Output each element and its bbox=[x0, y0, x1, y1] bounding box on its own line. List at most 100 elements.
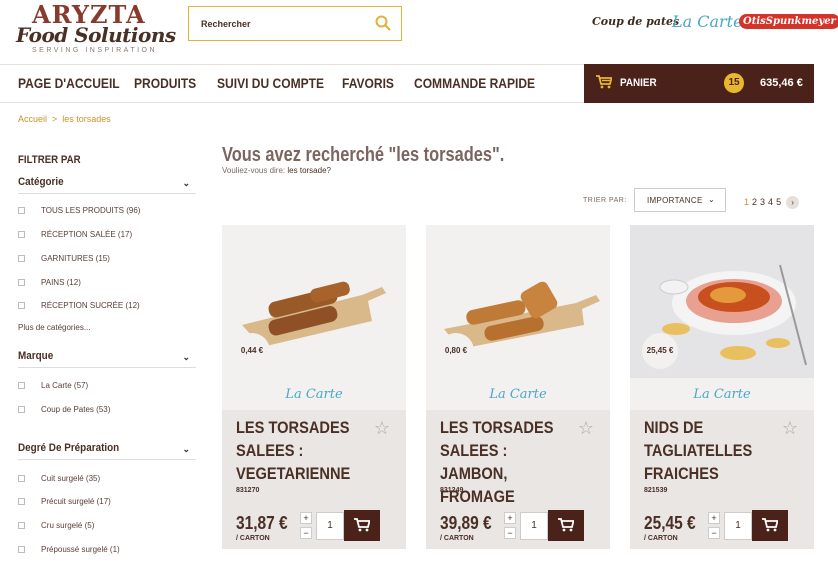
cart-button[interactable]: PANIER 15 635,46 € bbox=[584, 64, 814, 103]
product-info: NIDS DE TAGLIATELLES FRAICHES 821539 ☆ 2… bbox=[630, 410, 814, 549]
quantity-increase-button[interactable]: + bbox=[504, 512, 516, 524]
chevron-down-icon: ⌄ bbox=[707, 195, 715, 204]
facet-option[interactable]: GARNITURES (15) bbox=[18, 254, 110, 263]
checkbox[interactable] bbox=[18, 498, 25, 506]
quantity-decrease-button[interactable]: − bbox=[300, 527, 312, 539]
facet-option-label: Prépoussé surgelé (1) bbox=[41, 545, 120, 554]
search-input[interactable] bbox=[201, 15, 361, 33]
checkbox[interactable] bbox=[18, 255, 25, 263]
product-card: 0,80 € La Carte LES TORSADES SALEES : JA… bbox=[426, 225, 610, 549]
star-icon[interactable]: ☆ bbox=[374, 418, 390, 439]
nav-item-home[interactable]: PAGE D'ACCUEIL bbox=[18, 75, 120, 91]
product-price: 39,89 € bbox=[440, 513, 492, 533]
facet-option[interactable]: TOUS LES PRODUITS (96) bbox=[18, 206, 140, 215]
quantity-increase-button[interactable]: + bbox=[708, 512, 720, 524]
checkbox[interactable] bbox=[18, 475, 25, 483]
checkbox[interactable] bbox=[18, 382, 25, 390]
facet-option[interactable]: Prépoussé surgelé (1) bbox=[18, 545, 120, 554]
add-to-cart-button[interactable] bbox=[344, 510, 380, 541]
cart-icon bbox=[596, 75, 612, 89]
facet-brand-header[interactable]: Marque ⌄ bbox=[18, 350, 196, 368]
product-card: 0,44 € La Carte LES TORSADES SALEES : VE… bbox=[222, 225, 406, 549]
chevron-down-icon: ⌄ bbox=[182, 444, 190, 454]
breadcrumb-home[interactable]: Accueil bbox=[18, 114, 47, 124]
chevron-down-icon: ⌄ bbox=[182, 178, 190, 188]
product-code: 831249 bbox=[440, 487, 464, 494]
nav-item-quick-order[interactable]: COMMANDE RAPIDE bbox=[414, 75, 535, 91]
product-price: 31,87 € bbox=[236, 513, 288, 533]
quantity-decrease-button[interactable]: − bbox=[708, 527, 720, 539]
sort-select-value: IMPORTANCE bbox=[647, 196, 703, 205]
page-link[interactable]: 2 bbox=[752, 197, 757, 207]
search-icon[interactable] bbox=[375, 15, 391, 31]
facet-option-label: Précuit surgelé (17) bbox=[41, 497, 111, 506]
facet-option-label: Cuit surgelé (35) bbox=[41, 474, 101, 483]
unit-price-badge: 0,44 € bbox=[234, 333, 270, 369]
facet-option[interactable]: Précuit surgelé (17) bbox=[18, 497, 111, 506]
checkbox[interactable] bbox=[18, 406, 25, 414]
page-link[interactable]: 1 bbox=[744, 197, 749, 207]
product-image[interactable]: 0,44 € bbox=[222, 225, 406, 378]
facet-option[interactable]: RÉCEPTION SALÉE (17) bbox=[18, 230, 132, 239]
checkbox[interactable] bbox=[18, 231, 25, 239]
filter-title: FILTRER PAR bbox=[18, 154, 81, 166]
brand-la-carte[interactable]: La Carte bbox=[672, 12, 743, 31]
checkbox[interactable] bbox=[18, 522, 25, 530]
facet-option[interactable]: Coup de Pates (53) bbox=[18, 405, 110, 414]
product-name[interactable]: LES TORSADES SALEES : VEGETARIENNE bbox=[236, 416, 365, 485]
facet-option-label: GARNITURES (15) bbox=[41, 254, 110, 263]
facet-option[interactable]: Cuit surgelé (35) bbox=[18, 474, 100, 483]
logo-tagline: SERVING INSPIRATION bbox=[32, 47, 158, 54]
facet-option[interactable]: La Carte (57) bbox=[18, 381, 88, 390]
facet-category-header[interactable]: Catégorie ⌄ bbox=[18, 176, 196, 194]
add-to-cart-button[interactable] bbox=[752, 510, 788, 541]
quantity-input[interactable]: 1 bbox=[520, 512, 548, 540]
facet-preparation-header[interactable]: Degré De Préparation ⌄ bbox=[18, 442, 196, 460]
checkbox[interactable] bbox=[18, 546, 25, 554]
facet-option[interactable]: PAINS (12) bbox=[18, 278, 81, 287]
brand-la-carte: La Carte bbox=[426, 378, 610, 410]
facet-option[interactable]: RÉCEPTION SUCRÉE (12) bbox=[18, 301, 140, 310]
facet-brand-label: Marque bbox=[18, 350, 54, 362]
checkbox[interactable] bbox=[18, 279, 25, 287]
quantity-input[interactable]: 1 bbox=[316, 512, 344, 540]
nav-item-account[interactable]: SUIVI DU COMPTE bbox=[217, 75, 324, 91]
add-to-cart-button[interactable] bbox=[548, 510, 584, 541]
unit-price-badge: 0,80 € bbox=[438, 333, 474, 369]
page-link[interactable]: 3 bbox=[760, 197, 765, 207]
checkbox[interactable] bbox=[18, 302, 25, 310]
facet-option-label: RÉCEPTION SALÉE (17) bbox=[41, 230, 133, 239]
nav-item-favorites[interactable]: FAVORIS bbox=[342, 75, 394, 91]
facet-option[interactable]: Cru surgelé (5) bbox=[18, 521, 94, 530]
more-categories-link[interactable]: Plus de catégories... bbox=[18, 323, 90, 332]
page-link[interactable]: 4 bbox=[768, 197, 773, 207]
product-image[interactable]: 0,80 € bbox=[426, 225, 610, 378]
nav-item-products[interactable]: PRODUITS bbox=[134, 75, 196, 91]
quantity-increase-button[interactable]: + bbox=[300, 512, 312, 524]
star-icon[interactable]: ☆ bbox=[578, 418, 594, 439]
checkbox[interactable] bbox=[18, 207, 25, 215]
brand-coup-de-pates[interactable]: Coup de pates bbox=[592, 15, 679, 28]
facet-option-label: TOUS LES PRODUITS (96) bbox=[41, 206, 141, 215]
product-name[interactable]: LES TORSADES SALEES : JAMBON, FROMAGE bbox=[440, 416, 569, 508]
quantity-input[interactable]: 1 bbox=[724, 512, 752, 540]
sort-select[interactable]: IMPORTANCE ⌄ bbox=[634, 188, 726, 212]
did-you-mean-prefix: Vouliez-vous dire: bbox=[222, 166, 286, 175]
quantity-decrease-button[interactable]: − bbox=[504, 527, 516, 539]
brand-otis-spunkmeyer[interactable]: OtisSpunkmeyer bbox=[739, 14, 838, 29]
did-you-mean-link[interactable]: les torsade? bbox=[287, 166, 331, 175]
star-icon[interactable]: ☆ bbox=[782, 418, 798, 439]
did-you-mean: Vouliez-vous dire: les torsade? bbox=[222, 166, 331, 175]
chevron-right-icon[interactable]: › bbox=[786, 196, 800, 209]
breadcrumb-current: les torsades bbox=[62, 114, 111, 124]
product-name[interactable]: NIDS DE TAGLIATELLES FRAICHES bbox=[644, 416, 773, 485]
brand-coup-de-pates-label: Coup de pates bbox=[592, 15, 680, 28]
price-unit: / CARTON bbox=[644, 535, 678, 542]
unit-price-badge: 25,45 € bbox=[642, 333, 678, 369]
aryzta-logo[interactable]: ARYZTA Food Solutions SERVING INSPIRATIO… bbox=[16, 0, 176, 60]
facet-option-label: Coup de Pates (53) bbox=[41, 405, 111, 414]
product-code: 821539 bbox=[644, 487, 668, 494]
page-link[interactable]: 5 bbox=[776, 197, 781, 207]
breadcrumb: Accueil > les torsades bbox=[18, 114, 111, 124]
product-image[interactable]: 25,45 € bbox=[630, 225, 814, 378]
